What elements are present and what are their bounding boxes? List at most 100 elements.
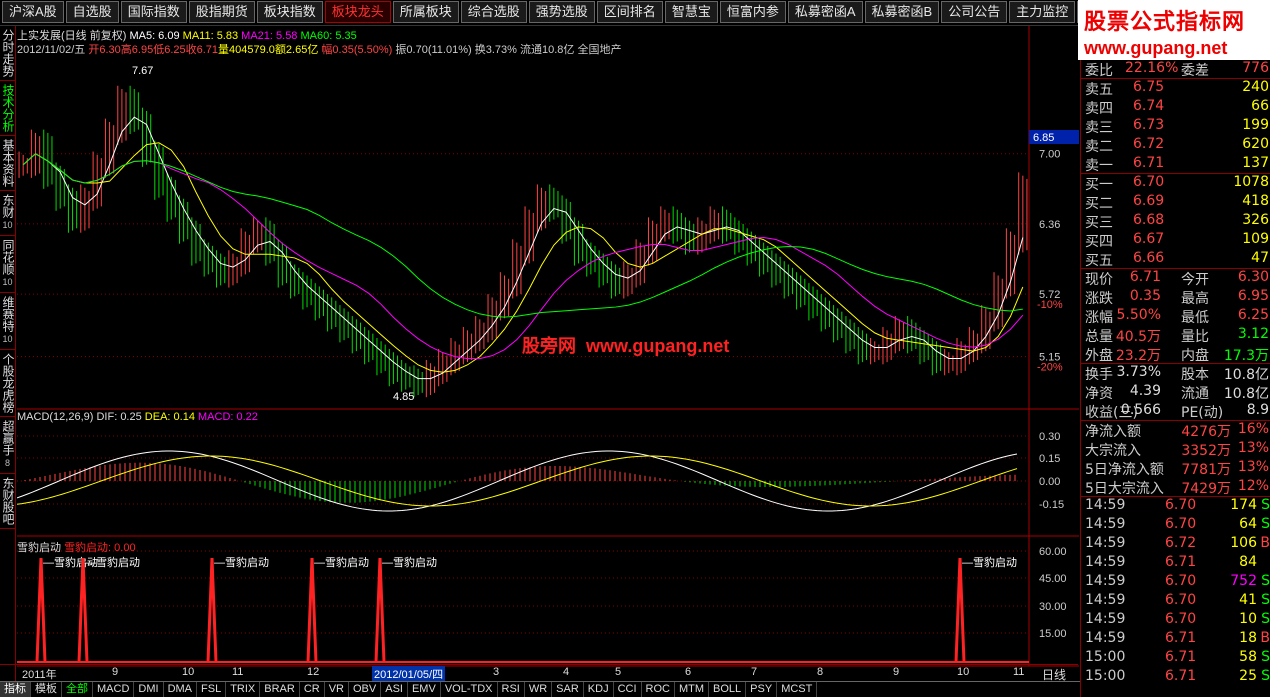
high-value: 高6.95 [120, 44, 154, 56]
fund-value: 3.73% [1116, 364, 1161, 380]
stat-label2: 最高 [1181, 291, 1209, 307]
date-label-5: 2012/01/05/四 [372, 666, 446, 682]
ask-row: 卖一 6.71 137 [1081, 155, 1270, 174]
price-axis-label: 6.36 [1039, 219, 1060, 231]
left-tab-4[interactable]: 同花顺 10 [0, 236, 15, 293]
stat-value: 23.2万 [1115, 348, 1161, 364]
fund-value2: 10.8亿 [1223, 367, 1269, 383]
top-tab-14[interactable]: 公司公告 [941, 1, 1008, 23]
fund-label: 换手 [1085, 367, 1113, 383]
float-value: 流通10.8亿 [519, 44, 575, 56]
left-tab-3[interactable]: 东财 10 [0, 191, 15, 236]
left-tab-1[interactable]: 技术分析 [0, 81, 15, 136]
ask-price: 6.74 [1133, 98, 1165, 114]
top-tab-15[interactable]: 主力监控 [1009, 1, 1076, 23]
tick-side: S [1261, 649, 1270, 665]
flow-value: 7429万 [1181, 481, 1231, 497]
indicator-tab-9[interactable]: CR [300, 682, 325, 697]
high-marker: 7.67 [132, 65, 153, 77]
top-tab-9[interactable]: 区间排名 [596, 1, 663, 23]
indicator-tab-13[interactable]: EMV [408, 682, 441, 697]
indicator-tab-16[interactable]: WR [525, 682, 553, 697]
pct-axis-label: -10% [1037, 299, 1063, 311]
tick-row: 14:59 6.70 10 S [1081, 611, 1270, 630]
indicator-tab-18[interactable]: KDJ [584, 682, 614, 697]
indicator-tab-11[interactable]: OBV [349, 682, 382, 697]
diff-label: 委差 [1181, 63, 1209, 79]
indicator-tab-2[interactable]: 全部 [62, 682, 93, 697]
indicator-tab-5[interactable]: DMA [164, 682, 198, 697]
bid-qty: 418 [1242, 193, 1269, 209]
date-label-0: 2011年 [22, 669, 57, 681]
indicator-tab-8[interactable]: BRAR [260, 682, 300, 697]
top-tab-11[interactable]: 恒富内参 [719, 1, 786, 23]
top-tab-7[interactable]: 综合选股 [460, 1, 527, 23]
left-tab-2[interactable]: 基本资料 [0, 136, 15, 191]
top-tab-5[interactable]: 板块龙头 [324, 1, 391, 23]
ask-price: 6.73 [1133, 117, 1165, 133]
top-tab-13[interactable]: 私募密函B [864, 1, 940, 23]
top-tab-4[interactable]: 板块指数 [256, 1, 323, 23]
tick-vol: 25 [1239, 668, 1257, 684]
tick-side: S [1261, 516, 1270, 532]
stat-label: 涨幅 [1085, 310, 1113, 326]
close-value: 收6.71 [185, 44, 219, 56]
indicator-tab-15[interactable]: RSI [498, 682, 525, 697]
top-tab-0[interactable]: 沪深A股 [2, 1, 64, 23]
indicator-tab-3[interactable]: MACD [93, 682, 135, 697]
left-tab-5[interactable]: 维赛特 10 [0, 293, 15, 350]
left-tab-6[interactable]: 个股龙虎榜 [0, 350, 15, 417]
top-tab-8[interactable]: 强势选股 [528, 1, 595, 23]
signal-spike [77, 557, 89, 663]
date-label-14: 11 [1013, 666, 1025, 678]
chart-area[interactable]: 7.00 6.36 5.72 5.15 -10% -20% 6.85 7.67 4.85 0.30… [17, 26, 1079, 667]
indicator-tab-17[interactable]: SAR [552, 682, 584, 697]
macd-axis-label: 0.00 [1039, 476, 1060, 488]
date-label-9: 6 [685, 666, 692, 678]
tick-price: 6.70 [1165, 497, 1197, 513]
bid-row: 买三 6.68 326 [1081, 212, 1270, 231]
top-tab-1[interactable]: 自选股 [65, 1, 119, 23]
indicator-tab-6[interactable]: FSL [197, 682, 227, 697]
flow-value: 7781万 [1181, 462, 1231, 478]
flow-row: 5日净流入额 7781万 13% [1081, 459, 1270, 478]
top-tab-10[interactable]: 智慧宝 [664, 1, 718, 23]
indicator-tab-23[interactable]: PSY [746, 682, 778, 697]
macd-label: MACD(12,26,9) [17, 411, 94, 423]
top-tab-2[interactable]: 国际指数 [120, 1, 187, 23]
ind-axis-label: 45.00 [1039, 573, 1067, 585]
top-tab-12[interactable]: 私募密函A [787, 1, 863, 23]
ask-row: 卖五 6.75 240 [1081, 79, 1270, 98]
date-label-11: 8 [817, 666, 824, 678]
top-tab-3[interactable]: 股指期货 [188, 1, 255, 23]
top-tab-6[interactable]: 所属板块 [392, 1, 459, 23]
indicator-tab-10[interactable]: VR [325, 682, 349, 697]
indicator-tab-24[interactable]: MCST [777, 682, 818, 697]
left-tab-label: 东财股吧 [1, 477, 15, 525]
indicator-tab-1[interactable]: 模板 [31, 682, 62, 697]
left-tab-sub: 10 [2, 334, 13, 344]
left-tab-7[interactable]: 超赢手 8 [0, 417, 15, 474]
left-tab-8[interactable]: 东财股吧 [0, 474, 15, 529]
indicator-tab-12[interactable]: ASI [381, 682, 408, 697]
indicator-tab-19[interactable]: CCI [614, 682, 642, 697]
fund-label2: PE(动) [1181, 405, 1224, 421]
indicator-tab-0[interactable]: 指标 [0, 682, 31, 697]
bid-qty: 326 [1242, 212, 1269, 228]
indicator-tab-21[interactable]: MTM [675, 682, 710, 697]
indicator-tab-7[interactable]: TRIX [226, 682, 261, 697]
bid-qty: 47 [1251, 250, 1269, 266]
indicator-tab-14[interactable]: VOL-TDX [441, 682, 498, 697]
fund-value2: 8.9 [1246, 402, 1269, 418]
indicator-tab-20[interactable]: ROC [642, 682, 675, 697]
left-tab-0[interactable]: 分时走势 [0, 26, 15, 81]
quote-panel: 委比 22.16% 委差 776 卖五 6.75 240 卖四 6.74 66 卖三 6.73 199 卖… [1080, 60, 1270, 697]
ask-label: 卖三 [1085, 120, 1113, 136]
indicator-tab-22[interactable]: BOLL [709, 682, 747, 697]
bid-label: 买五 [1085, 253, 1113, 269]
left-tab-label: 技术分析 [1, 84, 15, 132]
fund-value2: 10.8亿 [1223, 386, 1269, 402]
ask-row: 卖四 6.74 66 [1081, 98, 1270, 117]
ask-qty: 620 [1242, 136, 1269, 152]
indicator-tab-4[interactable]: DMI [134, 682, 164, 697]
